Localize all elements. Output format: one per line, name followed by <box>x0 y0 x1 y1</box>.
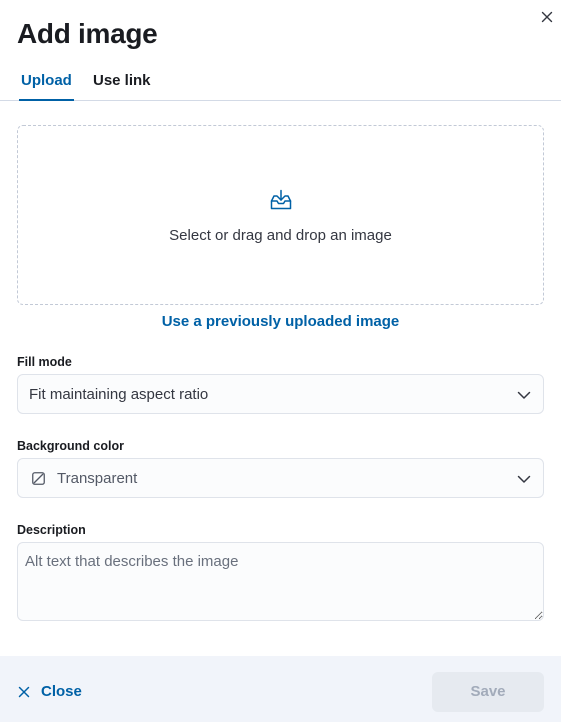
chevron-down-icon <box>517 475 531 483</box>
background-color-select[interactable]: Transparent <box>17 458 544 498</box>
transparent-swatch-icon <box>32 472 45 485</box>
fill-mode-value: Fit maintaining aspect ratio <box>29 386 209 403</box>
background-color-label: Background color <box>17 439 124 453</box>
tab-selected-indicator <box>19 99 74 101</box>
fill-mode-label: Fill mode <box>17 355 72 369</box>
tab-use-link-label: Use link <box>93 72 151 89</box>
background-color-value: Transparent <box>57 470 138 487</box>
chevron-down-icon <box>517 391 531 399</box>
tab-use-link[interactable]: Use link <box>93 72 151 89</box>
close-button[interactable]: Close <box>18 683 82 700</box>
tab-upload[interactable]: Upload <box>19 72 74 101</box>
close-icon <box>18 686 30 697</box>
fill-mode-select[interactable]: Fit maintaining aspect ratio <box>17 374 544 414</box>
upload-tray-icon <box>270 189 292 210</box>
description-textarea[interactable] <box>17 542 544 621</box>
dialog-title: Add image <box>17 18 158 49</box>
save-button[interactable]: Save <box>432 672 544 712</box>
description-label: Description <box>17 523 86 537</box>
close-button-label: Close <box>41 683 82 700</box>
use-previous-image-link[interactable]: Use a previously uploaded image <box>0 313 561 330</box>
dropzone-text: Select or drag and drop an image <box>169 227 392 244</box>
close-icon[interactable] <box>539 9 555 25</box>
image-dropzone[interactable]: Select or drag and drop an image <box>17 125 544 305</box>
tab-bar: Upload Use link <box>0 62 561 101</box>
dialog-footer: Close Save <box>0 656 561 722</box>
tab-upload-label: Upload <box>21 72 72 89</box>
